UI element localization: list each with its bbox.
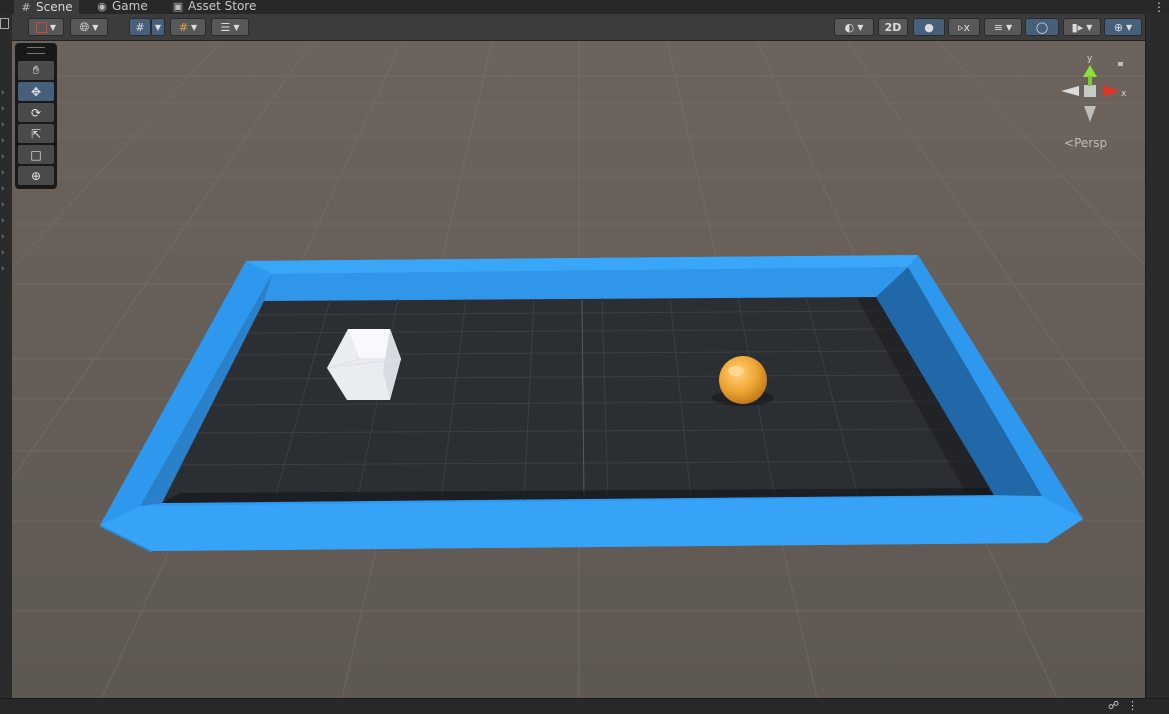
- chevron-right-icon[interactable]: ›: [1, 136, 5, 146]
- drag-handle[interactable]: [27, 47, 45, 54]
- draw-mode-icon: [35, 21, 47, 33]
- chevron-right-icon[interactable]: ›: [1, 232, 5, 242]
- transform-icon: ⊕: [30, 168, 42, 183]
- increment-snap-icon: #: [178, 20, 189, 34]
- gizmo-x-label: x: [1121, 89, 1127, 99]
- gizmo-y-cone: [1083, 65, 1097, 77]
- panel-icon[interactable]: [0, 18, 9, 29]
- bag-icon: ▣: [172, 0, 184, 13]
- shading-sphere-icon: ◐: [844, 20, 855, 34]
- ruler-snap-button[interactable]: ☰ ▼: [211, 18, 249, 36]
- gizmo-z-marker: [1118, 62, 1123, 66]
- scene-viewport[interactable]: [12, 41, 1145, 698]
- sphere-highlight: [728, 366, 744, 376]
- floor: [162, 297, 994, 503]
- projection-label: Persp: [1074, 136, 1108, 150]
- inspector-collapsed-strip: [1145, 14, 1169, 704]
- hand-icon: ✋︎: [32, 63, 40, 77]
- effects-button[interactable]: ≡ ▼: [984, 18, 1022, 36]
- scene-toolbar: ▼ 🌐︎ ▼ # ▼ # ▼ ☰ ▼ ◐ ▼ 2D ● ▹x ≡ ▼ ◯ ▮▸ ▼ ⊕ ▼: [12, 14, 1145, 41]
- axis-gizmo-icon: y x: [1061, 54, 1127, 122]
- chevron-left-icon: <: [1064, 136, 1075, 150]
- gamepad-icon: ◉: [97, 0, 107, 13]
- scene-canvas: [12, 41, 1145, 698]
- audio-toggle[interactable]: ▹x: [948, 18, 980, 36]
- tools-overlay: ✋︎ ✥ ⟳ ⇱ □ ⊕: [15, 43, 57, 189]
- chevron-right-icon[interactable]: ›: [1, 264, 5, 274]
- 2d-toggle-label: 2D: [884, 20, 902, 34]
- gizmos-button[interactable]: ⊕ ▼: [1104, 18, 1142, 36]
- scale-tool[interactable]: ⇱: [18, 124, 54, 143]
- sphere-object[interactable]: [719, 356, 767, 404]
- chevron-right-icon[interactable]: ›: [1, 88, 5, 98]
- rotate-icon: ⟳: [30, 105, 42, 120]
- chevron-right-icon[interactable]: ›: [1, 152, 5, 162]
- grid-snap-dropdown[interactable]: ▼: [151, 18, 165, 36]
- 2d-toggle[interactable]: 2D: [878, 18, 908, 36]
- effects-layers-icon: ≡: [993, 20, 1004, 34]
- rotate-tool[interactable]: ⟳: [18, 103, 54, 122]
- view-tool[interactable]: ✋︎: [18, 61, 54, 80]
- tab-bar: # Scene ◉ Game ▣ Asset Store ⋮: [0, 0, 1169, 15]
- grid-snap-icon: #: [135, 20, 145, 34]
- grid-icon: #: [21, 0, 31, 14]
- eye-hidden-icon: ◯: [1035, 20, 1049, 34]
- camera-settings-button[interactable]: ▮▸ ▼: [1063, 18, 1101, 36]
- gizmo-neg-x-cone: [1061, 86, 1079, 96]
- gizmo-x-cone: [1103, 85, 1120, 97]
- chevron-right-icon[interactable]: ›: [1, 200, 5, 210]
- chevron-right-icon[interactable]: ›: [1, 184, 5, 194]
- move-arrows-icon: ✥: [30, 84, 42, 99]
- tab-scene[interactable]: # Scene: [14, 0, 79, 15]
- increment-snap-button[interactable]: # ▼: [170, 18, 206, 36]
- gizmo-y-label: y: [1087, 54, 1093, 64]
- camera-icon: ▮▸: [1071, 20, 1084, 34]
- lightbulb-icon: ●: [924, 20, 934, 34]
- rect-tool[interactable]: □: [18, 145, 54, 164]
- tab-game-label: Game: [112, 0, 148, 13]
- tab-scene-label: Scene: [36, 0, 73, 14]
- chevron-right-icon[interactable]: ›: [1, 248, 5, 258]
- ruler-icon: ☰: [220, 20, 231, 34]
- bottom-bar: ☍ ⋮: [0, 698, 1169, 714]
- chevron-down-icon: ▼: [154, 22, 162, 32]
- tab-asset-store-label: Asset Store: [188, 0, 257, 13]
- more-options-icon[interactable]: ⋮: [1127, 699, 1138, 712]
- gizmo-y-stem: [1088, 76, 1092, 86]
- projection-toggle[interactable]: <Persp: [1064, 136, 1107, 150]
- rect-icon: □: [30, 147, 42, 162]
- lock-icon[interactable]: ☍: [1108, 699, 1119, 712]
- scene-visibility-toggle[interactable]: ◯: [1025, 18, 1059, 36]
- gizmo-neg-y-cone: [1084, 106, 1096, 122]
- gizmo-center: [1084, 85, 1096, 97]
- transform-tool[interactable]: ⊕: [18, 166, 54, 185]
- chevron-right-icon[interactable]: ›: [1, 104, 5, 114]
- chevron-right-icon[interactable]: ›: [1, 168, 5, 178]
- shading-mode-button[interactable]: ◐ ▼: [834, 18, 874, 36]
- audio-muted-icon: ▹x: [957, 20, 971, 34]
- tab-asset-store[interactable]: ▣ Asset Store: [166, 0, 262, 14]
- chevron-right-icon[interactable]: ›: [1, 120, 5, 130]
- grid-snap-toggle[interactable]: #: [129, 18, 151, 36]
- scale-icon: ⇱: [30, 126, 42, 141]
- tab-game[interactable]: ◉ Game: [90, 0, 154, 14]
- globe-icon: 🌐︎: [79, 19, 90, 34]
- more-options-icon[interactable]: ⋮: [1153, 0, 1165, 14]
- move-tool[interactable]: ✥: [18, 82, 54, 101]
- global-local-button[interactable]: 🌐︎ ▼: [70, 18, 108, 36]
- draw-mode-button[interactable]: ▼: [28, 18, 64, 36]
- chevron-right-icon[interactable]: ›: [1, 216, 5, 226]
- lighting-toggle[interactable]: ●: [913, 18, 945, 36]
- gizmos-icon: ⊕: [1113, 20, 1124, 34]
